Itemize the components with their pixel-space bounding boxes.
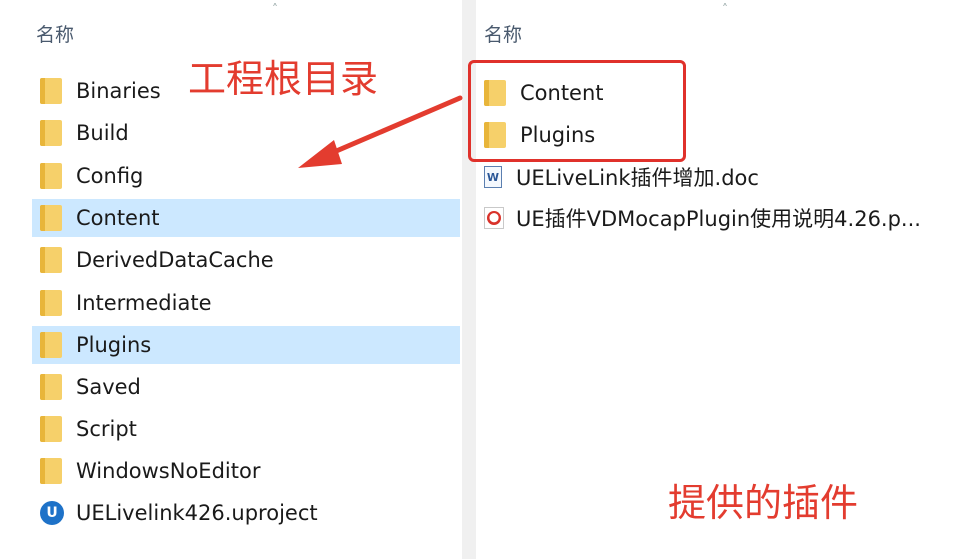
file-name: Plugins [76,333,152,357]
file-row-doc[interactable]: W UELiveLink插件增加.doc [484,158,976,196]
file-name: Config [76,164,144,188]
column-resize-grip[interactable]: ˄ [722,2,730,16]
file-name: UELivelink426.uproject [76,501,318,525]
folder-icon [40,163,62,189]
file-row-intermediate[interactable]: Intermediate [32,284,460,322]
file-name: Content [76,206,160,230]
folder-icon [40,78,62,104]
file-row-script[interactable]: Script [32,410,460,448]
file-name: UELiveLink插件增加.doc [516,166,759,190]
file-name: Saved [76,375,141,399]
folder-icon [40,290,62,316]
file-row-pdf[interactable]: ⬤ UE插件VDMocapPlugin使用说明4.26.p... [484,199,976,237]
folder-icon [40,205,62,231]
annotation-provided-plugins: 提供的插件 [668,481,859,525]
file-row-uproject[interactable]: U UELivelink426.uproject [32,494,460,532]
column-resize-grip[interactable]: ˄ [272,2,280,16]
folder-icon [40,120,62,146]
file-row-content[interactable]: Content [32,199,460,237]
file-name: UE插件VDMocapPlugin使用说明4.26.p... [516,207,921,231]
name-column-header[interactable]: 名称 [484,20,522,47]
folder-icon [40,247,62,273]
word-doc-icon: W [484,166,502,188]
file-name: Intermediate [76,291,212,315]
file-name: WindowsNoEditor [76,459,261,483]
pdf-icon: ⬤ [484,207,504,229]
file-name: DerivedDataCache [76,248,274,272]
name-column-header[interactable]: 名称 [36,20,74,47]
folder-icon [40,416,62,442]
file-row-plugins[interactable]: Plugins [32,326,460,364]
file-name: Script [76,417,137,441]
file-row-deriveddatacache[interactable]: DerivedDataCache [32,241,460,279]
file-name: Binaries [76,79,161,103]
unreal-project-icon: U [40,501,64,525]
folder-icon [40,332,62,358]
highlight-box [468,60,686,162]
folder-icon [40,458,62,484]
red-arrow-icon [298,95,463,168]
file-row-saved[interactable]: Saved [32,368,460,406]
folder-icon [40,374,62,400]
file-row-windowsnoeditor[interactable]: WindowsNoEditor [32,452,460,490]
file-name: Build [76,121,129,145]
